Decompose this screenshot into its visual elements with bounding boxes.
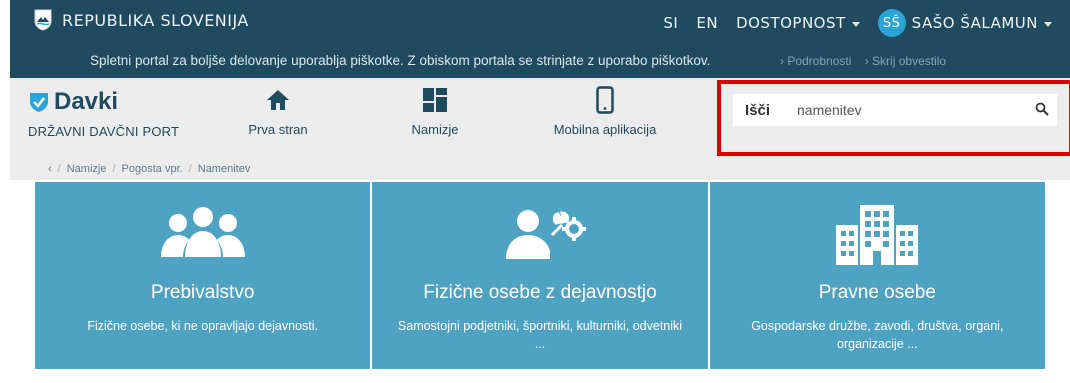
nav-dashboard[interactable]: Namizje (400, 86, 470, 137)
top-bar: REPUBLIKA SLOVENIJA SI EN DOSTOPNOST SŠ … (10, 0, 1070, 78)
logo-title: Davki (54, 88, 119, 115)
mobile-icon (535, 86, 675, 114)
breadcrumb-item[interactable]: Namizje (67, 163, 107, 175)
logo-subtitle: DRŽAVNI DAVČNI PORT (28, 124, 180, 139)
coat-of-arms-icon (34, 9, 52, 31)
person-tools-icon (372, 200, 707, 270)
avatar: SŠ (877, 9, 906, 37)
logo-row: Davki (28, 88, 179, 116)
nav-mobile-app[interactable]: Mobilna aplikacija (535, 86, 675, 137)
breadcrumb-separator: / (57, 163, 61, 175)
cookie-message: Spletni portal za boljše delovanje upora… (90, 53, 711, 68)
breadcrumb-separator: / (188, 163, 192, 175)
davki-logo-icon (30, 93, 48, 112)
breadcrumb-item[interactable]: Namenitev (198, 163, 251, 175)
search-label: Išči (745, 102, 771, 119)
cookie-hide-link[interactable]: › Skrij obvestilo (865, 54, 946, 68)
tile-population[interactable]: Prebivalstvo Fizične osebe, ki ne opravl… (35, 182, 371, 369)
nav-mobile-app-label: Mobilna aplikacija (553, 122, 657, 137)
people-icon (35, 200, 370, 270)
breadcrumb-separator: / (112, 163, 116, 175)
logo[interactable]: Davki DRŽAVNI DAVČNI PORT (28, 88, 179, 139)
user-menu[interactable]: SŠ SAŠO ŠALAMUN (877, 9, 1052, 37)
lang-si-link[interactable]: SI (663, 14, 678, 32)
lang-en-link[interactable]: EN (696, 14, 718, 32)
top-bar-row: REPUBLIKA SLOVENIJA SI EN DOSTOPNOST SŠ … (10, 0, 1070, 40)
tile-description: Fizične osebe, ki ne opravljajo dejavnos… (87, 319, 318, 333)
chevron-down-icon (851, 21, 860, 27)
search-input[interactable]: namenitev (797, 102, 862, 118)
tile-self-employed[interactable]: Fizične osebe z dejavnostjo Samostojni p… (372, 182, 708, 369)
cookie-links: › Podrobnosti › Skrij obvestilo (780, 54, 956, 68)
breadcrumb: ‹ / Namizje / Pogosta vpr. / Namenitev (10, 158, 1070, 180)
accessibility-menu[interactable]: DOSTOPNOST (736, 14, 860, 32)
category-tiles: Prebivalstvo Fizične osebe, ki ne opravl… (35, 182, 1045, 369)
cookie-notice: Spletni portal za boljše delovanje upora… (10, 50, 1070, 72)
breadcrumb-item[interactable]: Pogosta vpr. (122, 163, 183, 175)
nav-dashboard-label: Namizje (411, 122, 459, 137)
tile-title: Prebivalstvo (150, 282, 255, 303)
brand[interactable]: REPUBLIKA SLOVENIJA (34, 9, 249, 31)
cookie-details-link[interactable]: › Podrobnosti (780, 54, 851, 68)
search-icon[interactable] (1035, 102, 1049, 116)
search-highlight-box: Išči namenitev (717, 80, 1070, 156)
brand-text: REPUBLIKA SLOVENIJA (62, 10, 249, 30)
chevron-down-icon (1044, 21, 1052, 27)
tile-description: Samostojni podjetniki, športniki, kultur… (397, 319, 683, 351)
tile-title: Fizične osebe z dejavnostjo (423, 282, 657, 303)
nav-home[interactable]: Prva stran (238, 86, 318, 137)
breadcrumb-back-icon[interactable]: ‹ (48, 163, 52, 175)
tile-legal-entities[interactable]: Pravne osebe Gospodarske družbe, zavodi,… (709, 182, 1045, 369)
home-icon (238, 86, 318, 114)
user-name: SAŠO ŠALAMUN (911, 14, 1038, 32)
nav-home-label: Prva stran (248, 122, 308, 137)
tile-description: Gospodarske družbe, zavodi, društva, org… (751, 319, 1004, 351)
building-icon (710, 200, 1045, 270)
dashboard-icon (400, 86, 470, 114)
top-nav: SI EN DOSTOPNOST SŠ SAŠO ŠALAMUN (663, 9, 1052, 37)
accessibility-label: DOSTOPNOST (736, 14, 846, 32)
main-header: Davki DRŽAVNI DAVČNI PORT Prva stran Nam… (10, 78, 1070, 158)
tile-title: Pravne osebe (818, 282, 936, 303)
search-field[interactable]: Išči namenitev (733, 94, 1057, 126)
